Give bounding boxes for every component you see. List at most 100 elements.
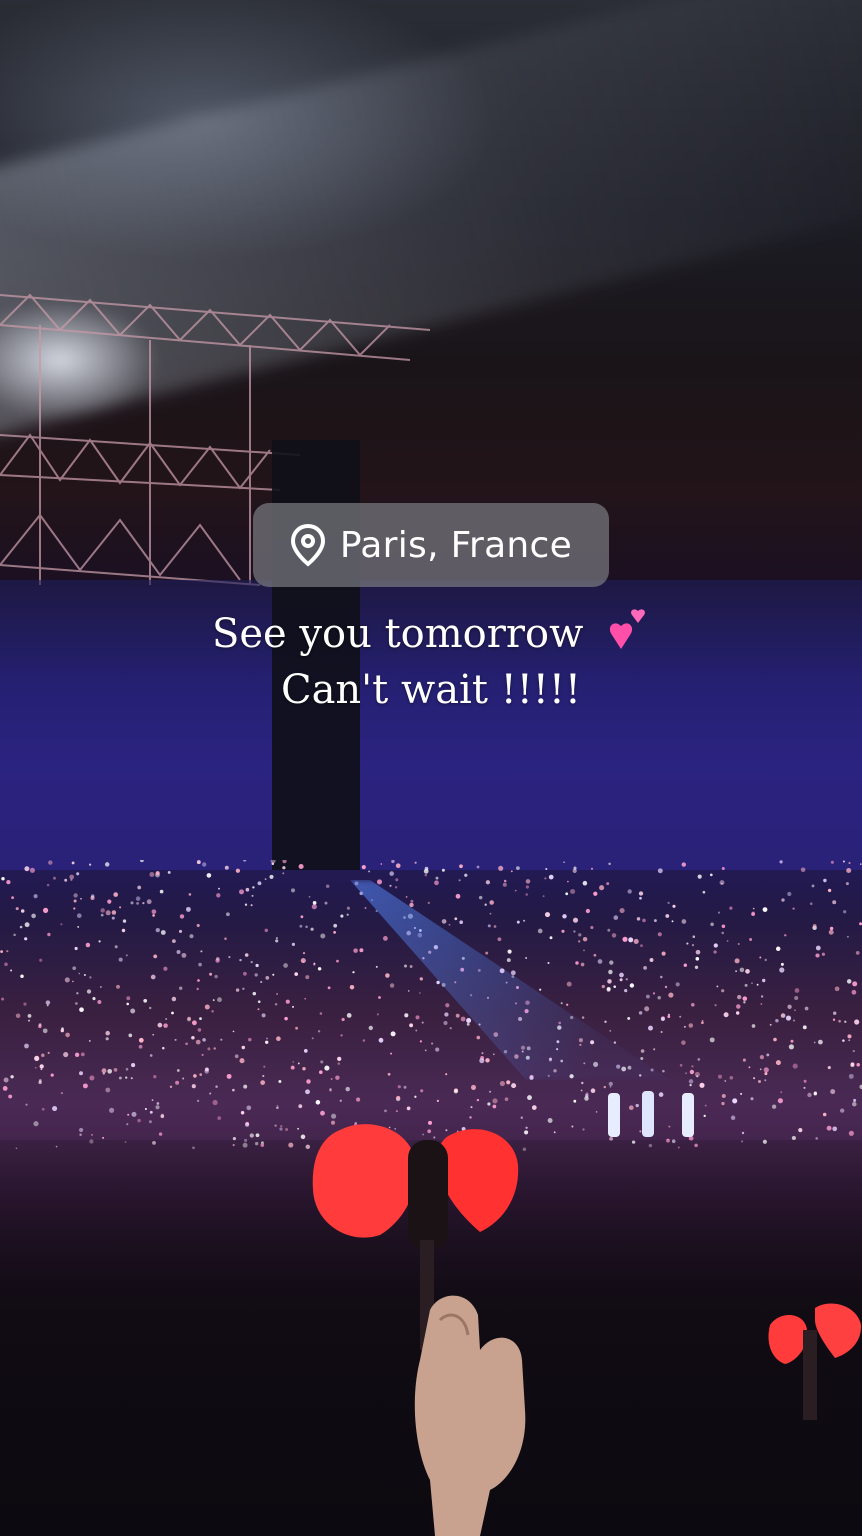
crowd-light-dot (305, 925, 308, 929)
crowd-light-dot (492, 1053, 495, 1056)
crowd-light-dot (209, 972, 213, 976)
crowd-light-dot (78, 1127, 84, 1133)
crowd-light-dot (41, 1107, 45, 1111)
crowd-light-dot (47, 1051, 50, 1054)
crowd-light-dot (652, 992, 656, 995)
crowd-light-dot (759, 956, 762, 959)
crowd-light-dot (644, 1006, 650, 1012)
crowd-light-dot (226, 912, 230, 917)
crowd-light-dot (261, 1013, 266, 1018)
crowd-light-dot (280, 1125, 283, 1128)
crowd-light-dot (397, 1085, 401, 1089)
crowd-light-dot (64, 977, 70, 983)
crowd-light-dot (464, 873, 468, 877)
crowd-light-dot (838, 1019, 841, 1023)
crowd-light-dot (752, 907, 755, 910)
two-hearts-icon (609, 609, 645, 649)
location-sticker[interactable]: Paris, France (253, 503, 609, 587)
crowd-light-dot (800, 867, 806, 873)
crowd-light-dot (305, 1089, 310, 1095)
crowd-light-dot (202, 862, 207, 867)
crowd-light-dot (337, 1056, 342, 1062)
crowd-light-dot (460, 1016, 466, 1022)
crowd-light-dot (176, 1069, 180, 1072)
crowd-light-dot (107, 1068, 113, 1074)
crowd-light-dot (320, 1110, 325, 1116)
crowd-light-dot (104, 862, 110, 867)
crowd-light-dot (383, 936, 388, 941)
crowd-light-dot (91, 894, 95, 898)
crowd-light-dot (717, 1074, 723, 1079)
crowd-light-dot (274, 1124, 277, 1127)
crowd-light-dot (455, 893, 461, 899)
crowd-light-dot (264, 878, 267, 880)
crowd-light-dot (27, 1019, 31, 1022)
crowd-light-dot (266, 1037, 268, 1040)
crowd-light-dot (111, 916, 115, 920)
crowd-light-dot (169, 1085, 173, 1089)
crowd-light-dot (660, 1016, 665, 1021)
crowd-light-dot (547, 1118, 553, 1123)
crowd-light-dot (721, 931, 724, 935)
crowd-light-dot (105, 1037, 109, 1041)
crowd-light-dot (493, 925, 497, 928)
crowd-light-dot (566, 1003, 569, 1006)
crowd-light-dot (171, 1011, 174, 1015)
crowd-light-dot (142, 902, 145, 905)
crowd-light-dot (91, 1134, 93, 1136)
crowd-light-dot (252, 886, 255, 889)
crowd-light-dot (160, 1113, 165, 1117)
crowd-light-dot (549, 936, 553, 940)
crowd-light-dot (113, 892, 119, 897)
crowd-light-dot (78, 972, 81, 975)
crowd-light-dot (688, 1079, 694, 1084)
crowd-light-dot (804, 1006, 809, 1011)
crowd-light-dot (709, 1037, 715, 1043)
crowd-light-dot (185, 906, 191, 912)
crowd-light-dot (215, 1085, 218, 1088)
crowd-light-dot (458, 879, 461, 882)
crowd-light-dot (599, 885, 605, 891)
crowd-light-dot (149, 1054, 153, 1057)
crowd-light-dot (629, 983, 635, 988)
crowd-light-dot (241, 1045, 246, 1050)
crowd-light-dot (476, 1098, 480, 1102)
crowd-light-dot (777, 1098, 783, 1104)
crowd-light-dot (346, 1013, 352, 1018)
crowd-light-dot (13, 933, 16, 937)
crowd-light-dot (427, 901, 430, 905)
crowd-light-dot (269, 874, 274, 879)
crowd-light-dot (304, 997, 307, 1000)
crowd-light-dot (454, 917, 458, 921)
crowd-light-dot (763, 1067, 769, 1073)
crowd-light-dot (389, 983, 395, 988)
crowd-light-dot (850, 1062, 855, 1067)
crowd-light-dot (131, 1111, 137, 1117)
crowd-light-dot (215, 956, 220, 961)
crowd-light-dot (197, 1028, 202, 1032)
crowd-light-dot (404, 1013, 409, 1018)
crowd-light-dot (116, 984, 120, 989)
crowd-light-dot (345, 1086, 350, 1092)
crowd-light-dot (812, 924, 817, 928)
crowd-light-dot (197, 1099, 200, 1102)
crowd-light-dot (312, 901, 317, 905)
crowd-light-dot (42, 1028, 48, 1034)
crowd-light-dot (196, 987, 199, 991)
crowd-light-dot (843, 910, 847, 914)
crowd-light-dot (33, 894, 38, 899)
crowd-light-dot (220, 1038, 223, 1041)
crowd-light-dot (435, 876, 439, 880)
crowd-light-dot (628, 937, 634, 943)
crowd-light-dot (163, 1023, 168, 1028)
crowd-light-dot (606, 882, 610, 886)
crowd-light-dot (276, 993, 279, 995)
crowd-light-dot (239, 1058, 245, 1064)
map-pin-icon (290, 523, 325, 567)
crowd-light-dot (193, 1074, 197, 1078)
crowd-light-dot (723, 1012, 729, 1018)
crowd-light-dot (852, 1101, 857, 1107)
crowd-light-dot (423, 868, 429, 874)
crowd-light-dot (833, 1011, 837, 1015)
crowd-light-dot (311, 1037, 314, 1040)
